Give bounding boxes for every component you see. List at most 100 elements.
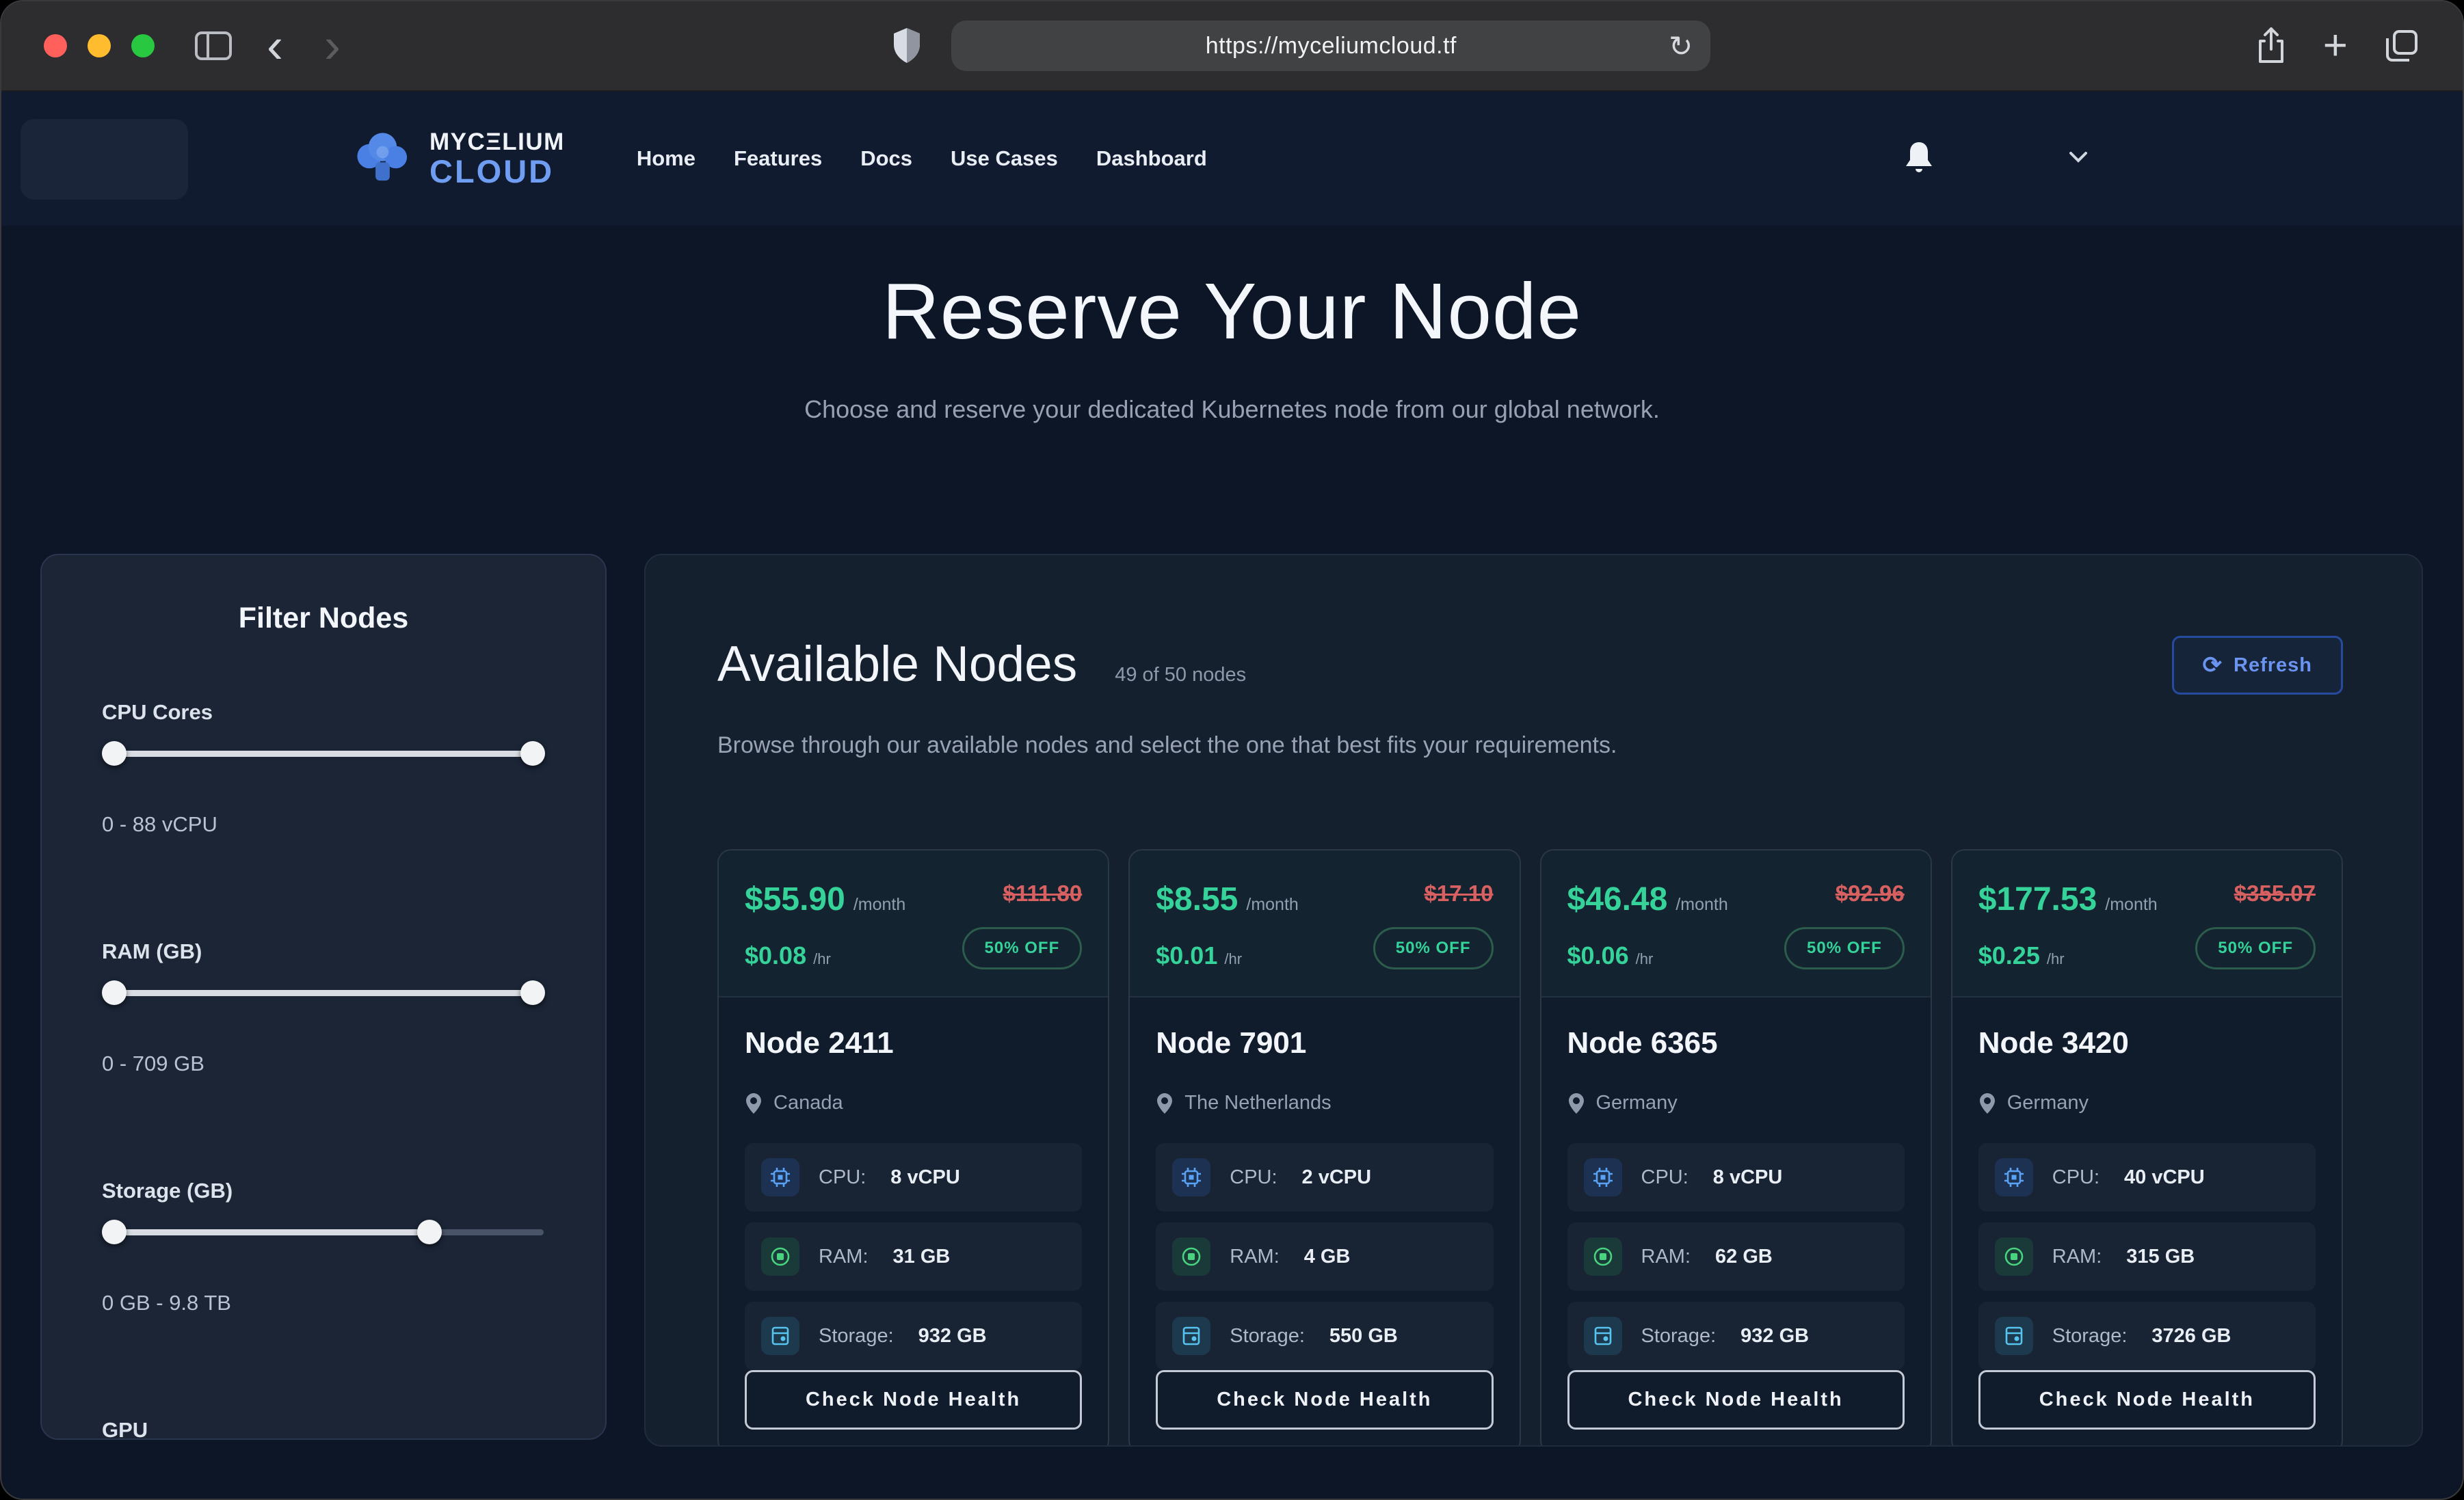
- cpu-icon: [1172, 1158, 1210, 1196]
- pricing-right: $355.07 50% OFF: [2195, 881, 2316, 970]
- cpu-icon: [1584, 1158, 1622, 1196]
- nodes-panel-description: Browse through our available nodes and s…: [717, 732, 2343, 759]
- ram-value: 4 GB: [1304, 1246, 1351, 1268]
- cpu-filter-label: CPU Cores: [102, 700, 545, 725]
- original-price: $17.10: [1425, 881, 1494, 907]
- node-pricing-section: $55.90 /month $0.08 /hr $111.80 50% OFF: [719, 851, 1108, 997]
- cpu-spec-row: CPU: 40 vCPU: [1978, 1143, 2316, 1211]
- monthly-unit: /month: [853, 895, 905, 915]
- nav-link-docs[interactable]: Docs: [860, 146, 912, 171]
- ram-slider-min-handle[interactable]: [102, 980, 127, 1005]
- storage-icon: [1584, 1317, 1622, 1355]
- tab-overview-icon[interactable]: [2383, 27, 2420, 64]
- monthly-price: $46.48: [1567, 881, 1668, 918]
- back-button[interactable]: ‹: [260, 21, 290, 70]
- filter-panel: Filter Nodes CPU Cores 0 - 88 vCPU RAM (…: [40, 554, 607, 1440]
- navbar-right: [1905, 141, 2415, 177]
- storage-label: Storage:: [2052, 1325, 2128, 1348]
- hourly-price: $0.06: [1567, 941, 1629, 970]
- node-location-text: Germany: [1596, 1092, 1678, 1114]
- pricing-left: $177.53 /month $0.25 /hr: [1978, 881, 2158, 970]
- discount-badge: 50% OFF: [2195, 927, 2316, 969]
- storage-range-value: 0 GB - 9.8 TB: [102, 1291, 545, 1315]
- node-pricing-section: $177.53 /month $0.25 /hr $355.07 50% OFF: [1952, 851, 2342, 997]
- storage-slider-min-handle[interactable]: [102, 1220, 127, 1244]
- nodes-panel-title: Available Nodes: [717, 636, 1077, 693]
- account-chevron-down-icon[interactable]: [2067, 149, 2090, 169]
- node-card[interactable]: $8.55 /month $0.01 /hr $17.10 50% OFF: [1128, 849, 1520, 1447]
- minimize-window-button[interactable]: [88, 34, 111, 57]
- page-subtitle: Choose and reserve your dedicated Kubern…: [1, 395, 2463, 424]
- node-specs: CPU: 8 vCPU RAM: 31 GB: [745, 1143, 1082, 1370]
- check-node-health-button[interactable]: Check Node Health: [1156, 1370, 1493, 1430]
- cpu-value: 8 vCPU: [1713, 1166, 1783, 1189]
- ram-spec-row: RAM: 31 GB: [745, 1222, 1082, 1291]
- node-location-text: Canada: [773, 1092, 843, 1114]
- node-card[interactable]: $177.53 /month $0.25 /hr $355.07 50% OFF: [1951, 849, 2343, 1447]
- privacy-shield-icon[interactable]: [891, 27, 923, 65]
- node-location-text: Germany: [2007, 1092, 2089, 1114]
- check-node-health-button[interactable]: Check Node Health: [1978, 1370, 2316, 1430]
- close-window-button[interactable]: [44, 34, 67, 57]
- nav-link-use-cases[interactable]: Use Cases: [951, 146, 1058, 171]
- refresh-button[interactable]: ⟳ Refresh: [2172, 636, 2344, 695]
- pricing-right: $111.80 50% OFF: [962, 881, 1083, 970]
- cpu-slider-min-handle[interactable]: [102, 741, 127, 766]
- storage-label: Storage:: [1641, 1325, 1717, 1348]
- storage-spec-row: Storage: 3726 GB: [1978, 1302, 2316, 1370]
- ram-filter-label: RAM (GB): [102, 939, 545, 964]
- cpu-spec-row: CPU: 2 vCPU: [1156, 1143, 1493, 1211]
- storage-label: Storage:: [819, 1325, 894, 1348]
- nav-link-dashboard[interactable]: Dashboard: [1096, 146, 1207, 171]
- ram-range-slider[interactable]: [103, 979, 544, 1006]
- cpu-value: 2 vCPU: [1302, 1166, 1372, 1189]
- cpu-label: CPU:: [1230, 1166, 1277, 1189]
- ram-slider-max-handle[interactable]: [520, 980, 545, 1005]
- check-node-health-button[interactable]: Check Node Health: [1567, 1370, 1905, 1430]
- ram-value: 62 GB: [1715, 1246, 1773, 1268]
- node-cards-grid: $55.90 /month $0.08 /hr $111.80 50% OFF: [717, 849, 2343, 1447]
- ram-spec-row: RAM: 315 GB: [1978, 1222, 2316, 1291]
- pricing-left: $55.90 /month $0.08 /hr: [745, 881, 905, 970]
- location-pin-icon: [745, 1093, 763, 1114]
- main-content: Filter Nodes CPU Cores 0 - 88 vCPU RAM (…: [1, 554, 2463, 1447]
- forward-button[interactable]: ›: [317, 21, 347, 70]
- pricing-left: $8.55 /month $0.01 /hr: [1156, 881, 1299, 970]
- hourly-unit: /hr: [2047, 950, 2065, 968]
- navbar-left-placeholder: [21, 119, 188, 200]
- sidebar-toggle-icon[interactable]: [194, 31, 233, 61]
- location-pin-icon: [1978, 1093, 1996, 1114]
- address-bar[interactable]: https://myceliumcloud.tf ↻: [951, 21, 1710, 71]
- share-icon[interactable]: [2255, 26, 2288, 66]
- cpu-spec-row: CPU: 8 vCPU: [1567, 1143, 1905, 1211]
- check-node-health-button[interactable]: Check Node Health: [745, 1370, 1082, 1430]
- node-card-body: Node 7901 The Netherlands CPU: 2: [1130, 997, 1519, 1447]
- storage-spec-row: Storage: 932 GB: [745, 1302, 1082, 1370]
- nav-link-features[interactable]: Features: [734, 146, 822, 171]
- node-card[interactable]: $55.90 /month $0.08 /hr $111.80 50% OFF: [717, 849, 1109, 1447]
- window-controls: [44, 34, 155, 57]
- brand-name-top: MYCΞLIUM: [429, 130, 565, 154]
- zoom-window-button[interactable]: [131, 34, 155, 57]
- node-card[interactable]: $46.48 /month $0.06 /hr $92.96 50% OFF: [1540, 849, 1932, 1447]
- cpu-slider-max-handle[interactable]: [520, 741, 545, 766]
- hourly-unit: /hr: [813, 950, 831, 968]
- storage-spec-row: Storage: 550 GB: [1156, 1302, 1493, 1370]
- nav-link-home[interactable]: Home: [637, 146, 696, 171]
- refresh-button-label: Refresh: [2234, 654, 2312, 677]
- storage-range-slider[interactable]: [103, 1218, 544, 1246]
- refresh-icon: ⟳: [2203, 654, 2223, 677]
- reload-icon[interactable]: ↻: [1669, 29, 1693, 63]
- cpu-label: CPU:: [2052, 1166, 2099, 1189]
- discount-badge: 50% OFF: [962, 927, 1083, 969]
- node-name: Node 3420: [1978, 1026, 2316, 1060]
- storage-value: 550 GB: [1329, 1325, 1398, 1348]
- notifications-bell-icon[interactable]: [1905, 141, 1933, 177]
- new-tab-button[interactable]: +: [2323, 25, 2348, 67]
- ram-label: RAM:: [819, 1246, 869, 1268]
- hourly-price: $0.01: [1156, 941, 1217, 970]
- storage-slider-max-handle[interactable]: [417, 1220, 442, 1244]
- brand-logo[interactable]: MYCΞLIUM CLOUD: [349, 128, 565, 190]
- available-nodes-panel: Available Nodes 49 of 50 nodes ⟳ Refresh…: [644, 554, 2423, 1447]
- cpu-range-slider[interactable]: [103, 740, 544, 767]
